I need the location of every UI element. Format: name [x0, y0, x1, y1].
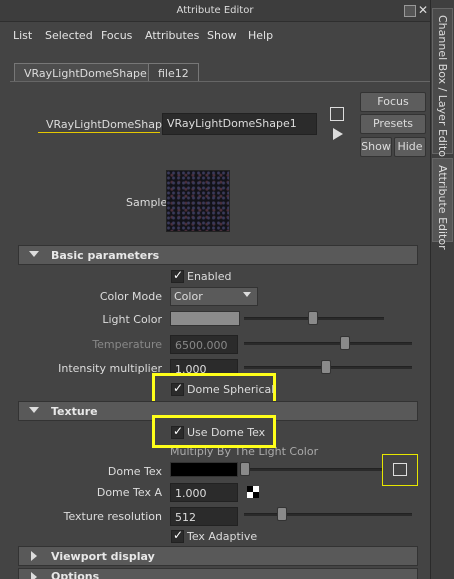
use-dome-tex-checkbox[interactable] — [171, 424, 184, 439]
node-type-underline — [38, 132, 160, 133]
color-mode-value: Color — [174, 290, 203, 303]
section-options[interactable]: Options — [18, 568, 418, 579]
light-color-slider-handle[interactable] — [308, 311, 318, 325]
chevron-down-icon — [243, 292, 251, 297]
light-color-label: Light Color — [102, 313, 162, 326]
menu-help[interactable]: Help — [248, 29, 273, 42]
sample-swatch — [166, 170, 230, 232]
section-title: Texture — [51, 405, 98, 418]
dome-tex-a-label: Dome Tex A — [96, 486, 162, 499]
menu-show[interactable]: Show — [207, 29, 237, 42]
hide-button[interactable]: Hide — [394, 137, 426, 157]
node-type-label: VRayLightDomeShape: — [46, 118, 173, 131]
dome-tex-slider[interactable] — [244, 468, 382, 471]
dome-tex-label: Dome Tex — [107, 465, 162, 478]
node-name-field[interactable]: VRayLightDomeShape1 — [162, 113, 317, 135]
intensity-slider-handle[interactable] — [321, 360, 331, 374]
sample-label: Sample — [126, 196, 168, 209]
section-title: Viewport display — [51, 550, 155, 563]
texture-resolution-label: Texture resolution — [63, 510, 162, 523]
section-viewport-display[interactable]: Viewport display — [18, 546, 418, 566]
texture-resolution-slider-handle[interactable] — [277, 507, 287, 521]
intensity-label: Intensity multiplier — [58, 362, 162, 375]
section-title: Options — [51, 570, 100, 579]
menu-selected[interactable]: Selected — [45, 29, 93, 42]
tex-adaptive-checkbox[interactable] — [171, 528, 184, 543]
map-texture-icon[interactable] — [393, 463, 407, 476]
collapse-arrow-icon — [29, 407, 39, 413]
temperature-field[interactable]: 6500.000 — [170, 335, 238, 354]
texture-resolution-slider[interactable] — [244, 513, 412, 516]
title-bar: Attribute Editor ✕ — [0, 0, 430, 22]
color-mode-label: Color Mode — [99, 290, 162, 303]
dome-tex-slider-handle[interactable] — [240, 462, 250, 476]
dome-spherical-label: Dome Spherical — [187, 383, 275, 396]
tab-label: Channel Box / Layer Editor — [436, 15, 449, 162]
tab-attribute-editor[interactable]: Attribute Editor — [432, 158, 453, 250]
menu-list[interactable]: List — [13, 29, 32, 42]
tab-file12[interactable]: file12 — [148, 63, 199, 82]
select-node-icon[interactable] — [330, 107, 344, 121]
close-icon[interactable]: ✕ — [418, 3, 428, 17]
menu-attributes[interactable]: Attributes — [145, 29, 199, 42]
section-basic-parameters[interactable]: Basic parameters — [18, 245, 418, 265]
show-button[interactable]: Show — [360, 137, 392, 157]
expand-arrow-icon — [31, 551, 37, 561]
color-mode-select[interactable]: Color — [170, 287, 258, 306]
dome-spherical-checkbox[interactable] — [171, 381, 184, 396]
float-icon[interactable] — [404, 5, 416, 17]
expand-arrow-icon — [31, 572, 37, 579]
window-title: Attribute Editor — [176, 5, 254, 16]
texture-resolution-field[interactable]: 512 — [170, 507, 238, 526]
temperature-label: Temperature — [92, 338, 162, 351]
collapse-arrow-icon — [29, 251, 39, 257]
menu-focus[interactable]: Focus — [101, 29, 132, 42]
tex-adaptive-label: Tex Adaptive — [187, 530, 258, 543]
light-color-swatch[interactable] — [170, 311, 240, 326]
temperature-slider[interactable] — [244, 342, 412, 345]
use-dome-tex-label: Use Dome Tex — [187, 426, 266, 439]
checker-map-icon[interactable] — [247, 486, 259, 498]
enabled-label: Enabled — [187, 270, 232, 283]
section-title: Basic parameters — [51, 249, 160, 262]
presets-button[interactable]: Presets — [360, 114, 426, 134]
enabled-checkbox[interactable] — [171, 268, 184, 283]
temperature-slider-handle[interactable] — [340, 336, 350, 350]
focus-button[interactable]: Focus — [360, 92, 426, 112]
tab-channel-box[interactable]: Channel Box / Layer Editor — [432, 8, 453, 162]
menu-bar: List Selected Focus Attributes Show Help — [0, 22, 430, 48]
dome-tex-a-field[interactable]: 1.000 — [170, 483, 238, 502]
dome-tex-swatch[interactable] — [170, 462, 238, 477]
tab-vraylightdomeshape1[interactable]: VRayLightDomeShape1 — [14, 63, 164, 82]
tab-label: Attribute Editor — [436, 165, 449, 250]
go-to-output-icon[interactable] — [333, 128, 343, 140]
